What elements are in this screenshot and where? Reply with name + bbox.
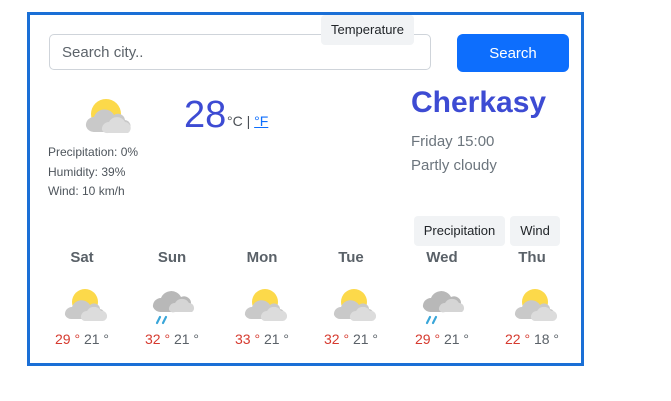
weather-app-frame: Search 28 °C | °F Precipitation: 0% Humi… [27,12,584,366]
tab-wind[interactable]: Wind [510,216,560,246]
rain-cloud-icon [152,291,194,325]
current-temperature: 28 [184,94,227,136]
forecast-day: Mon 33 ° 21 ° [222,247,302,347]
weather-condition: Partly cloudy [411,157,497,174]
partly-cloudy-icon [64,289,107,322]
humidity-text: Humidity: 39% [48,164,126,179]
day-name: Sun [157,249,187,266]
min-temp: 18 ° [533,331,559,347]
min-temp: 21 ° [173,331,199,347]
day-name: Thu [518,249,546,266]
partly-cloudy-icon [514,289,557,322]
max-temp: 32 ° [144,331,171,347]
min-temp: 21 ° [263,331,289,347]
unit-switch: °C | °F [227,113,268,129]
unit-separator: | [246,113,251,129]
fahrenheit-link[interactable]: °F [254,113,268,129]
forecast-day: Wed 29 ° 21 ° [402,247,482,347]
celsius-unit: °C [227,113,243,129]
precipitation-text: Precipitation: 0% [48,145,139,159]
max-temp: 29 ° [54,331,81,347]
tab-precipitation[interactable]: Precipitation [414,216,505,246]
weather-details: Precipitation: 0% Humidity: 39% Wind: 10… [48,143,138,202]
forecast-day: Thu 22 ° 18 ° [492,247,572,347]
search-button[interactable]: Search [457,34,569,72]
forecast-day: Sat 29 ° 21 ° [42,247,122,347]
partly-cloudy-icon [85,99,131,134]
forecast-day: Tue 32 ° 21 ° [311,247,391,347]
day-name: Sat [70,249,94,266]
partly-cloudy-icon [244,289,287,322]
day-name: Mon [246,249,278,266]
rain-cloud-icon [422,291,464,325]
forecast-day: Sun 32 ° 21 ° [132,247,212,347]
min-temp: 21 ° [83,331,109,347]
wind-text: Wind: 10 km/h [48,184,125,198]
date-time: Friday 15:00 [411,133,495,150]
max-temp: 22 ° [504,331,531,347]
day-name: Wed [426,249,458,266]
min-temp: 21 ° [443,331,469,347]
day-name: Tue [338,249,364,266]
max-temp: 29 ° [414,331,441,347]
city-name: Cherkasy [411,86,547,119]
max-temp: 32 ° [323,331,350,347]
tab-temperature[interactable]: Temperature [321,15,414,45]
partly-cloudy-icon [333,289,376,322]
min-temp: 21 ° [352,331,378,347]
max-temp: 33 ° [234,331,261,347]
